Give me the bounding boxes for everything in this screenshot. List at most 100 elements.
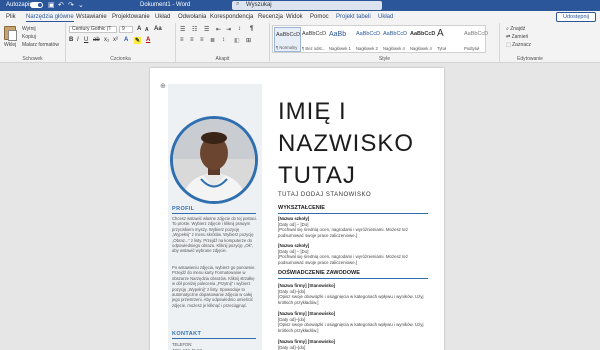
borders-icon[interactable]: ⊞ (246, 37, 251, 44)
tab-references[interactable]: Odwołania (178, 14, 206, 20)
profile-paragraph-2[interactable]: Po wstawieniu zdjęcia, wybierz go ponown… (172, 265, 258, 308)
show-marks-icon[interactable]: ¶ (250, 26, 253, 32)
job-entry-1[interactable]: [Nazwa firmy] [Stanowisko] [Daty od]–[do… (278, 283, 428, 305)
tab-table-layout[interactable]: Układ (378, 14, 393, 20)
search-box[interactable]: ⌕ Wyszukaj (232, 1, 382, 10)
cut-button[interactable]: Wytnij (22, 26, 36, 32)
format-painter-button[interactable]: Malarz formatów (22, 42, 59, 48)
tab-layout[interactable]: Układ (155, 14, 170, 20)
resume-job-title[interactable]: TUTAJ DODAJ STANOWISKO (278, 192, 371, 198)
grow-font-icon[interactable]: A (137, 26, 141, 32)
find-label: Znajdź (510, 26, 526, 32)
strikethrough-icon[interactable]: ab (93, 37, 100, 43)
highlight-icon[interactable]: ✎ (134, 37, 142, 44)
clipboard-group: Wklej Wytnij Kopiuj Malarz formatów Scho… (0, 23, 66, 63)
profile-photo[interactable] (170, 116, 258, 204)
tab-insert[interactable]: Wstawianie (76, 14, 107, 20)
text-effects-icon[interactable]: A (124, 37, 128, 43)
tab-home[interactable]: Narzędzia główne (26, 14, 74, 22)
find-button[interactable]: ⌕ Znajdź (506, 26, 525, 32)
share-button[interactable]: Udostępnij (556, 12, 596, 22)
job2-title: [Nazwa firmy] [Stanowisko] (278, 311, 336, 316)
font-size-select[interactable]: 9 (119, 26, 133, 33)
tab-review[interactable]: Recenzja (258, 14, 283, 20)
job2-dates: [Daty od]–[do] (278, 316, 306, 322)
underline-icon[interactable]: U (84, 37, 88, 43)
paste-label[interactable]: Wklej (4, 42, 16, 48)
edu1-dates: [Daty od] – [Do] (278, 221, 309, 227)
justify-icon[interactable]: ≣ (210, 37, 215, 44)
style-heading-4a[interactable]: AaBbCcD Nagłówek 4 (382, 27, 409, 52)
style-subtitle[interactable]: AaBbCcD Podtytuł (463, 27, 490, 52)
job-entry-3[interactable]: [Nazwa firmy] [Stanowisko] [Daty od]–[do… (278, 339, 428, 350)
person-photo-icon (173, 119, 255, 201)
education-heading[interactable]: WYKSZTAŁCENIE (278, 205, 325, 211)
line-spacing-icon[interactable]: ↕ (222, 37, 225, 43)
subscript-icon[interactable]: x₂ (104, 37, 109, 43)
select-button[interactable]: ⬚ Zaznacz (506, 42, 531, 48)
align-center-icon[interactable]: ≡ (190, 37, 194, 43)
tab-mailings[interactable]: Korespondencja (210, 14, 253, 20)
education-entry-2[interactable]: [Nazwa szkoły] [Daty od] – [Do] [Pochwal… (278, 243, 428, 265)
resume-name-line-3[interactable]: TUTAJ (278, 162, 356, 190)
table-move-handle-icon[interactable]: ⊕ (160, 82, 166, 90)
search-icon: ⌕ (236, 1, 240, 7)
style-heading-4b[interactable]: AaBbCcD Nagłówek 4 (409, 27, 436, 52)
style-no-spacing[interactable]: AaBbCcD ¶ Bez odst... (301, 27, 328, 52)
shrink-font-icon[interactable]: A (145, 27, 149, 33)
style-name: Podtytuł (464, 46, 480, 51)
font-name-select[interactable]: Century Gothic (T (69, 26, 117, 33)
font-name-value: Century Gothic (T (72, 26, 112, 32)
style-normal[interactable]: AaBbCcD ¶ Normalny (274, 27, 301, 52)
document-page[interactable]: ⊕ IMIĘ I NAZWISKO TUTAJ TUTAJ DODAJ STAN… (150, 68, 444, 350)
numbering-icon[interactable]: ☷ (192, 26, 197, 33)
font-color-icon[interactable]: A (146, 37, 150, 43)
style-title[interactable]: A Tytuł (436, 27, 463, 52)
ribbon: Wklej Wytnij Kopiuj Malarz formatów Scho… (0, 23, 600, 63)
align-right-icon[interactable]: ≡ (200, 37, 204, 43)
replace-button[interactable]: ⇄ Zamień (506, 34, 528, 40)
shading-icon[interactable]: ◧ (234, 37, 240, 44)
tab-view[interactable]: Widok (286, 14, 303, 20)
decrease-indent-icon[interactable]: ⇤ (216, 26, 221, 33)
resume-name-line-1[interactable]: IMIĘ I (278, 98, 347, 126)
contact-heading[interactable]: KONTAKT (172, 331, 201, 337)
education-entry-1[interactable]: [Nazwa szkoły] [Daty od] – [Do] [Pochwal… (278, 216, 428, 238)
experience-heading[interactable]: DOŚWIADCZENIE ZAWODOWE (278, 270, 360, 276)
increase-indent-icon[interactable]: ⇥ (226, 26, 231, 33)
replace-label: Zamień (511, 34, 529, 40)
tab-design[interactable]: Projektowanie (112, 14, 150, 20)
editing-group-label: Edytowanie (517, 56, 543, 62)
style-sample: AaBbCcD (464, 31, 489, 37)
redo-icon[interactable]: ↷ (68, 1, 74, 9)
experience-rule (278, 278, 428, 279)
autosave-toggle[interactable] (30, 2, 43, 8)
undo-icon[interactable]: ↶ (58, 1, 64, 9)
sort-icon[interactable]: ↕ (238, 26, 241, 32)
profile-paragraph-1[interactable]: Chcesz wstawić własne zdjęcie do tej pos… (172, 216, 258, 254)
tab-help[interactable]: Pomoc (310, 14, 329, 20)
style-heading-1[interactable]: AaBb Nagłówek 1 (328, 27, 355, 52)
style-sample: AaBbCcD (356, 31, 381, 37)
job-entry-2[interactable]: [Nazwa firmy] [Stanowisko] [Daty od]–[do… (278, 311, 428, 333)
italic-icon[interactable]: I (77, 37, 79, 43)
bold-icon[interactable]: B (69, 37, 73, 43)
bullets-icon[interactable]: ☰ (180, 26, 185, 33)
resume-name-line-2[interactable]: NAZWISKO (278, 130, 414, 158)
profile-heading[interactable]: PROFIL (172, 206, 195, 212)
job3-dates: [Daty od]–[do] (278, 344, 306, 350)
multilevel-list-icon[interactable]: ☰ (204, 26, 209, 33)
paste-icon[interactable] (4, 26, 17, 41)
phone-label[interactable]: TELEFON: (172, 342, 258, 347)
style-sample: AaBbCcD (410, 31, 436, 37)
change-case-icon[interactable]: Aa (154, 26, 162, 32)
customize-toolbar-icon[interactable]: ⌄ (78, 1, 84, 9)
style-name: Nagłówek 2 (356, 46, 378, 51)
tab-file[interactable]: Plik (6, 14, 16, 20)
tab-table-design[interactable]: Projekt tabeli (336, 14, 371, 20)
save-icon[interactable]: ▣ (48, 1, 55, 9)
style-heading-2[interactable]: AaBbCcD Nagłówek 2 (355, 27, 382, 52)
align-left-icon[interactable]: ≡ (180, 37, 184, 43)
superscript-icon[interactable]: x² (113, 37, 118, 43)
copy-button[interactable]: Kopiuj (22, 34, 36, 40)
